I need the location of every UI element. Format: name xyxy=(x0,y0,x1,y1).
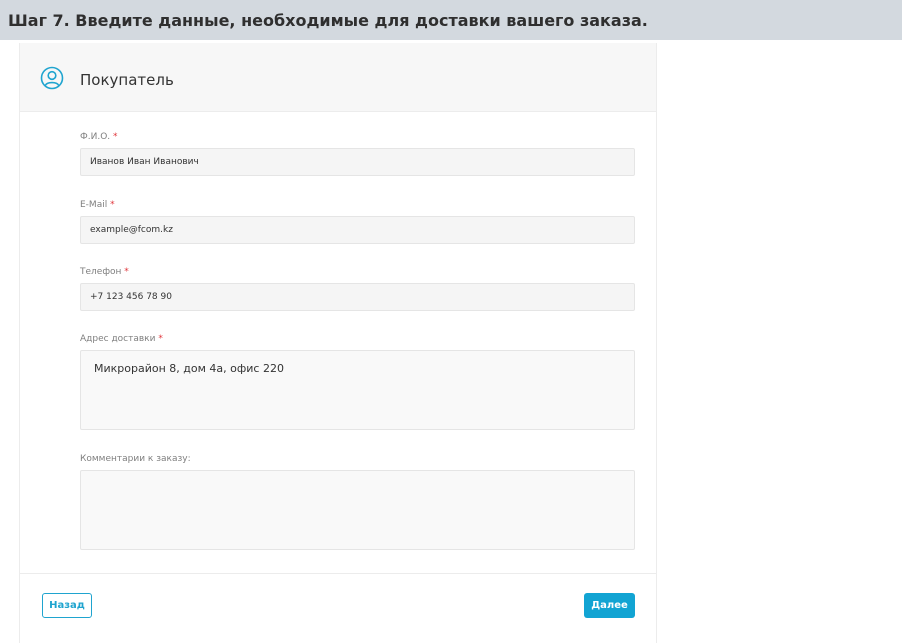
back-button[interactable]: Назад xyxy=(42,593,92,618)
fio-field: Ф.И.О. * Иванов Иван Иванович xyxy=(80,132,635,176)
email-input[interactable]: example@fcom.kz xyxy=(80,216,635,244)
phone-input[interactable]: +7 123 456 78 90 xyxy=(80,283,635,311)
comment-field: Комментарии к заказу: xyxy=(80,454,635,550)
buyer-title: Покупатель xyxy=(80,71,174,89)
required-mark: * xyxy=(113,132,118,142)
phone-field: Телефон * +7 123 456 78 90 xyxy=(80,267,635,311)
comment-textarea[interactable] xyxy=(80,470,635,550)
fio-label: Ф.И.О. * xyxy=(80,132,118,142)
card-divider xyxy=(20,573,656,574)
required-mark: * xyxy=(124,267,129,277)
next-button[interactable]: Далее xyxy=(584,593,635,618)
email-field: E-Mail * example@fcom.kz xyxy=(80,200,635,244)
address-label: Адрес доставки * xyxy=(80,334,163,344)
step-banner: Шаг 7. Введите данные, необходимые для д… xyxy=(0,0,902,40)
email-label: E-Mail * xyxy=(80,200,115,210)
address-textarea[interactable]: Микрорайон 8, дом 4а, офис 220 xyxy=(80,350,635,430)
fio-input[interactable]: Иванов Иван Иванович xyxy=(80,148,635,176)
buyer-card: Покупатель Ф.И.О. * Иванов Иван Иванович… xyxy=(19,43,657,643)
required-mark: * xyxy=(158,334,163,344)
comment-label: Комментарии к заказу: xyxy=(80,454,191,464)
buyer-card-header: Покупатель xyxy=(20,43,656,112)
user-circle-icon xyxy=(40,66,64,90)
required-mark: * xyxy=(110,200,115,210)
address-field: Адрес доставки * Микрорайон 8, дом 4а, о… xyxy=(80,334,635,430)
phone-label: Телефон * xyxy=(80,267,129,277)
